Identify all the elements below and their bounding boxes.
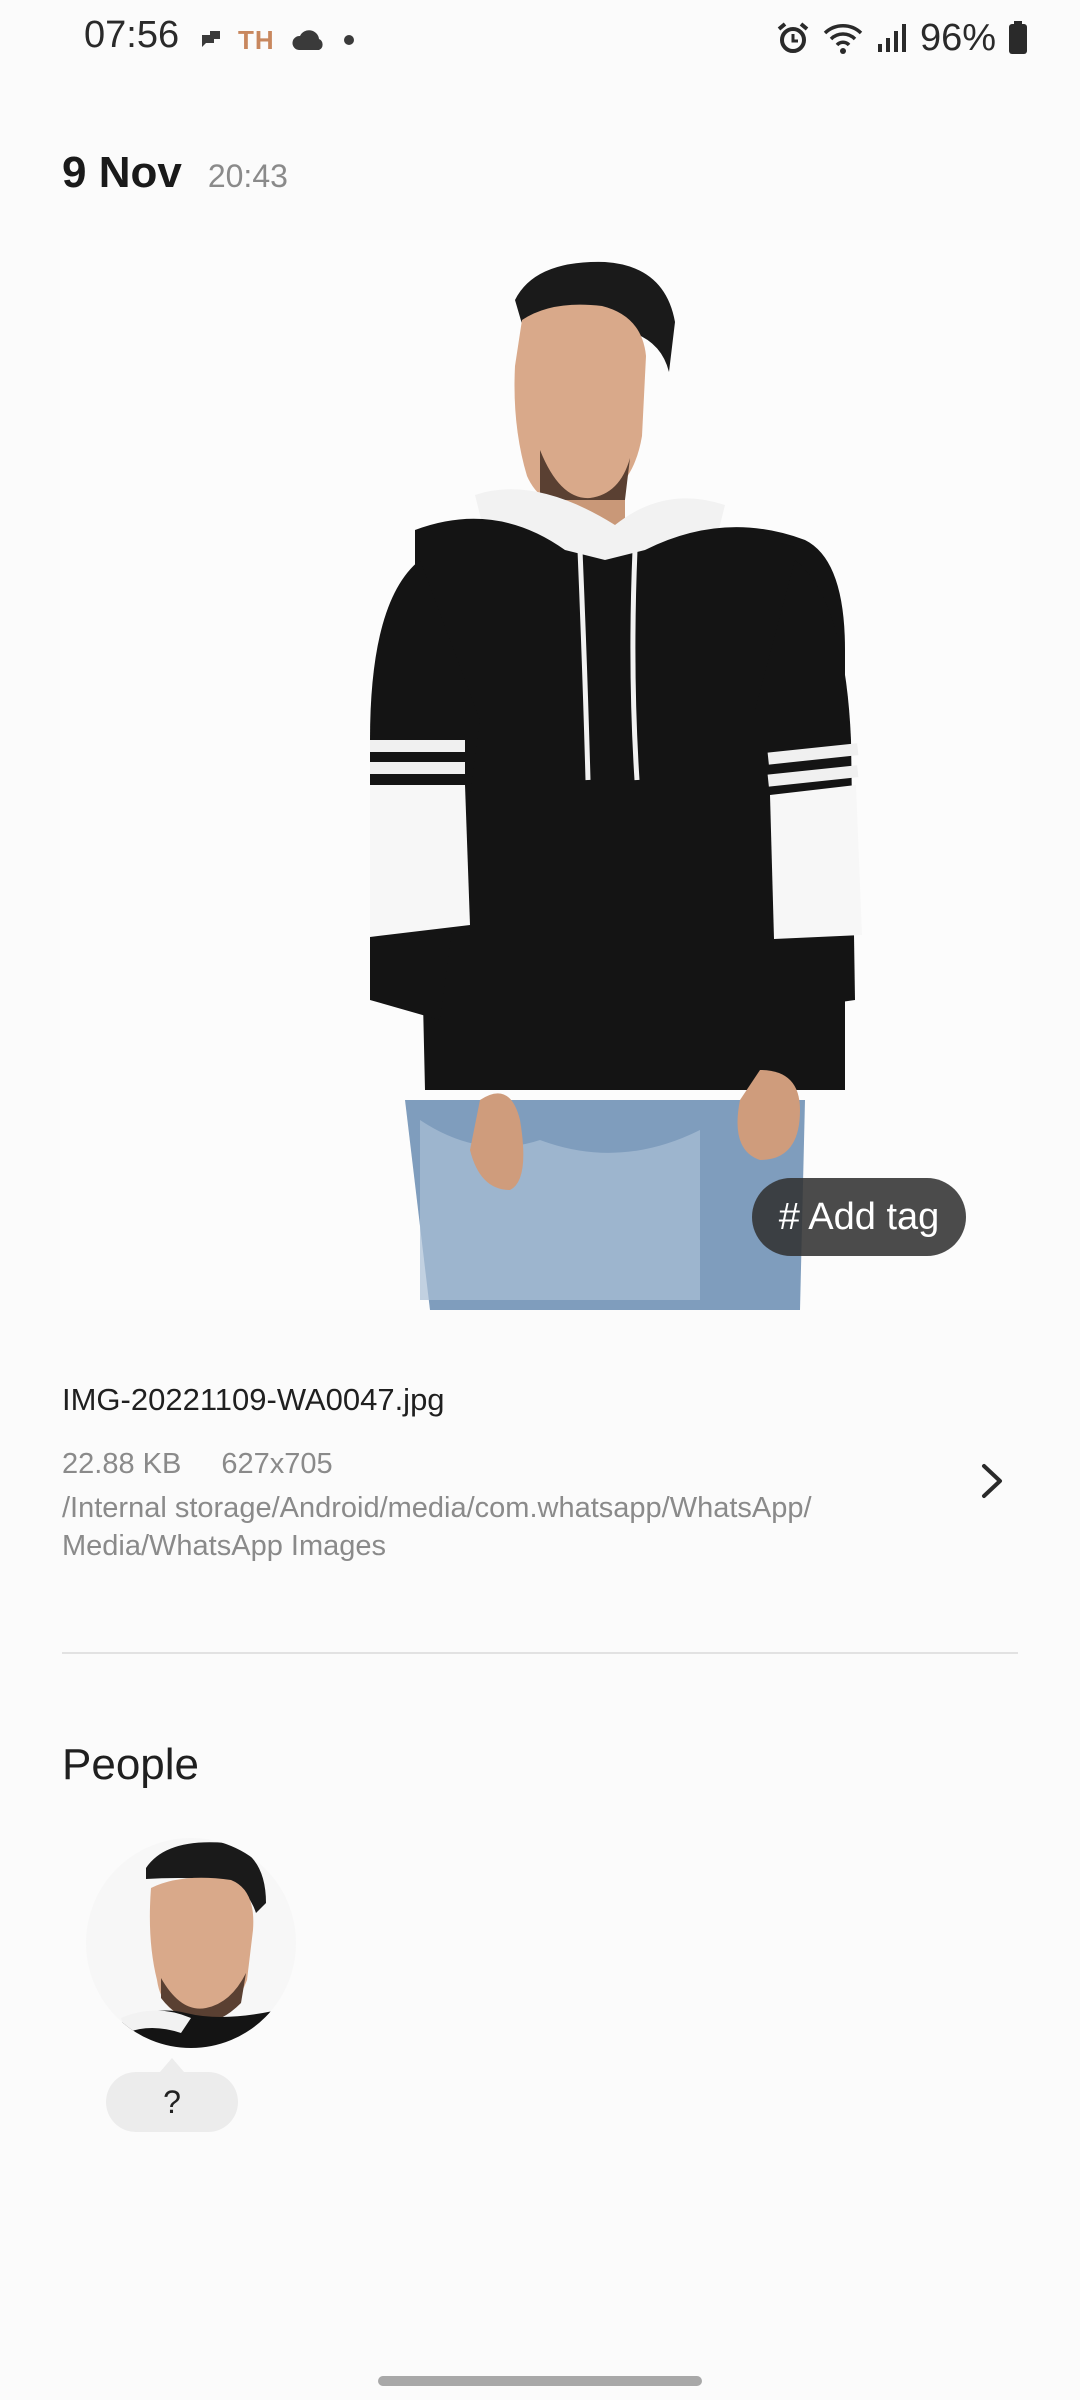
file-size: 22.88 KB [62, 1448, 182, 1480]
status-bar: 07:56 TH 96% [0, 0, 1080, 80]
th-icon: TH [238, 24, 275, 55]
date-header: 9 Nov 20:43 [62, 148, 288, 198]
people-section-title: People [62, 1740, 200, 1789]
chevron-right-icon[interactable] [972, 1456, 1012, 1506]
wifi-icon [823, 24, 863, 54]
add-tag-button[interactable]: # Add tag [752, 1178, 966, 1256]
person-name-label: ? [163, 2083, 181, 2120]
person-thumbnail[interactable] [86, 1838, 296, 2048]
person-face-image [96, 1842, 296, 2048]
battery-percentage: 96% [919, 16, 996, 59]
cloud-icon [292, 30, 323, 50]
person-name-button[interactable]: ? [106, 2072, 238, 2132]
signal-icon [877, 24, 906, 52]
divider [62, 1652, 1018, 1654]
add-tag-label: # Add tag [778, 1195, 940, 1238]
system-icons: 96% [776, 14, 1028, 62]
battery-icon [1009, 21, 1027, 54]
file-details[interactable]: IMG-20221109-WA0047.jpg 22.88 KB 627x705… [62, 1382, 1022, 1565]
file-resolution: 627x705 [221, 1448, 333, 1480]
file-name: IMG-20221109-WA0047.jpg [62, 1382, 445, 1417]
photo-image[interactable]: # Add tag [60, 240, 1020, 1310]
person-label-pointer [160, 2058, 184, 2072]
alarm-icon [777, 22, 809, 53]
photo-time: 20:43 [207, 158, 288, 194]
dot-icon [343, 35, 354, 45]
notification-icons: TH [200, 22, 355, 58]
chat-icon [202, 31, 220, 47]
file-path: /Internal storage/Android/media/com.what… [62, 1492, 812, 1562]
photo-date: 9 Nov [62, 148, 182, 197]
file-meta: 22.88 KB 627x705 [62, 1448, 1022, 1481]
status-time: 07:56 [84, 14, 180, 56]
photo-illustration [370, 261, 862, 1310]
home-indicator[interactable] [378, 2376, 702, 2386]
